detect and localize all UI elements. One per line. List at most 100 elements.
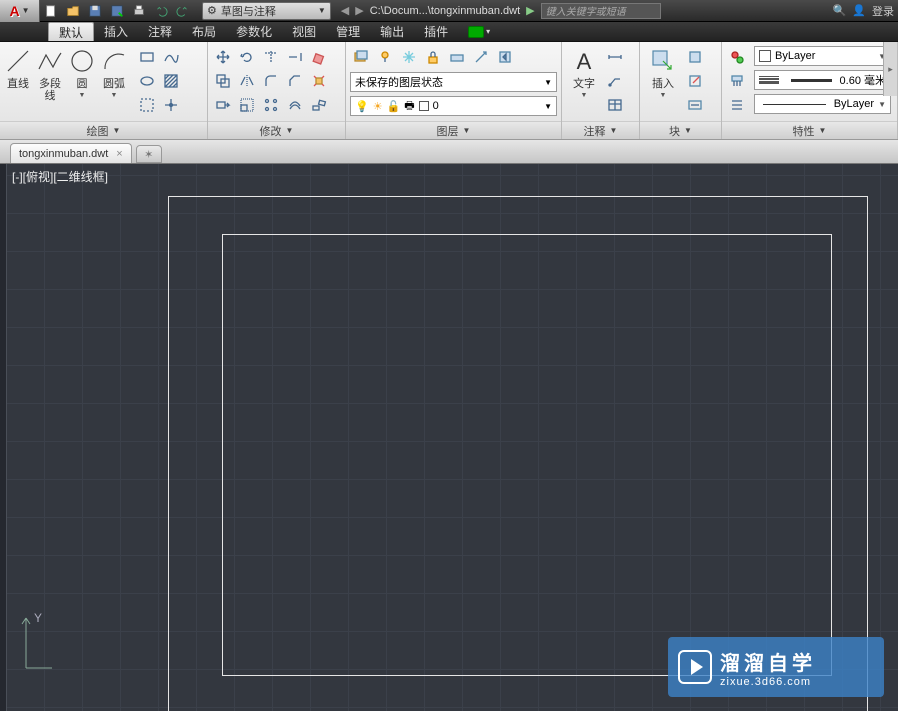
ucs-icon[interactable]: Y	[16, 608, 56, 681]
unlock-icon: 🔓	[387, 100, 401, 113]
create-block-icon[interactable]	[684, 46, 706, 68]
dim-linear-icon[interactable]	[604, 46, 626, 68]
brush-icon[interactable]	[726, 70, 748, 92]
lineweight-icon	[759, 76, 779, 84]
explode-icon[interactable]	[308, 70, 330, 92]
viewport-controls[interactable]: [-][俯视][二维线框]	[12, 168, 108, 185]
tab-insert[interactable]: 插入	[94, 22, 138, 41]
layer-prop-icon[interactable]	[350, 46, 372, 68]
layer-iso-icon[interactable]	[446, 46, 468, 68]
polyline-button[interactable]: 多段线	[34, 44, 66, 104]
arc-icon	[99, 46, 129, 76]
watermark-brand: 溜溜自学	[720, 647, 816, 676]
fillet-icon[interactable]	[260, 70, 282, 92]
match-prop-icon[interactable]	[726, 46, 748, 68]
close-tab-icon[interactable]: ×	[116, 148, 122, 160]
layer-state-select[interactable]: 未保存的图层状态▼	[350, 72, 557, 92]
qat-saveas-icon[interactable]	[107, 2, 127, 20]
point-icon[interactable]	[160, 94, 182, 116]
panel-annotation: A 文字▼ 注释▼	[562, 42, 640, 139]
trim-icon[interactable]	[260, 46, 282, 68]
nav-back-icon[interactable]: ◀	[341, 4, 349, 17]
nav-fwd-icon[interactable]: ▶	[355, 4, 363, 17]
layer-freeze-icon[interactable]	[398, 46, 420, 68]
ribbon-tabs: 默认 插入 注释 布局 参数化 视图 管理 输出 插件 ▾	[0, 22, 898, 42]
layer-match-icon[interactable]	[470, 46, 492, 68]
arc-button[interactable]: 圆弧▼	[98, 44, 130, 101]
search-input[interactable]: 键入关键字或短语	[541, 3, 661, 19]
qat-open-icon[interactable]	[63, 2, 83, 20]
panel-properties-title[interactable]: 特性▼	[722, 121, 897, 139]
chamfer-icon[interactable]	[284, 70, 306, 92]
login-link[interactable]: 登录	[872, 3, 894, 19]
rotate-icon[interactable]	[236, 46, 258, 68]
panel-annotation-title[interactable]: 注释▼	[562, 121, 639, 139]
erase-icon[interactable]	[308, 46, 330, 68]
document-tab-active[interactable]: tongxinmuban.dwt ×	[10, 143, 132, 163]
qat-undo-icon[interactable]	[151, 2, 171, 20]
new-document-tab[interactable]: ✶	[136, 145, 162, 163]
text-button[interactable]: A 文字▼	[564, 44, 604, 101]
stretch-icon[interactable]	[212, 94, 234, 116]
modify-grid	[210, 44, 332, 118]
panel-collapse-icon[interactable]: ▸	[883, 42, 897, 96]
scale-icon[interactable]	[236, 94, 258, 116]
array-icon[interactable]	[260, 94, 282, 116]
panel-draw-title[interactable]: 绘图▼	[0, 121, 207, 139]
ribbon: 直线 多段线 圆▼ 圆弧▼	[0, 42, 898, 140]
mirror-icon[interactable]	[236, 70, 258, 92]
tab-manage[interactable]: 管理	[326, 22, 370, 41]
panel-block-title[interactable]: 块▼	[640, 121, 721, 139]
color-select[interactable]: ByLayer▼	[754, 46, 891, 66]
panel-modify-title[interactable]: 修改▼	[208, 121, 345, 139]
drawing-frame-inner	[222, 234, 832, 676]
edit-attr-icon[interactable]	[684, 94, 706, 116]
search-icon[interactable]: 🔍	[833, 4, 847, 17]
rect-icon[interactable]	[136, 46, 158, 68]
layer-lock-icon[interactable]	[422, 46, 444, 68]
title-bar: A▼ ⚙ 草图与注释 ▼ ◀ ▶ C:\Docum...\tongxinmuba…	[0, 0, 898, 22]
qat-print-icon[interactable]	[129, 2, 149, 20]
tab-parametric[interactable]: 参数化	[226, 22, 282, 41]
tab-view[interactable]: 视图	[282, 22, 326, 41]
copy-icon[interactable]	[212, 70, 234, 92]
offset-icon[interactable]	[284, 94, 306, 116]
panel-layer-title[interactable]: 图层▼	[346, 121, 561, 139]
qat-save-icon[interactable]	[85, 2, 105, 20]
edit-block-icon[interactable]	[684, 70, 706, 92]
insert-block-button[interactable]: 插入▼	[642, 44, 684, 101]
qat-new-icon[interactable]	[41, 2, 61, 20]
tab-featured[interactable]: ▾	[458, 22, 500, 41]
table-icon[interactable]	[604, 94, 626, 116]
lineweight-select[interactable]: 0.60 毫米	[754, 70, 891, 90]
drawing-area[interactable]: [-][俯视][二维线框] Y 溜溜自学 zixue.3d66.com	[0, 164, 898, 711]
layer-off-icon[interactable]	[374, 46, 396, 68]
recent-icon[interactable]: ▶	[526, 4, 534, 17]
hatch-icon[interactable]	[160, 70, 182, 92]
play-icon	[678, 650, 712, 684]
tab-output[interactable]: 输出	[370, 22, 414, 41]
line-button[interactable]: 直线	[2, 44, 34, 92]
layer-current-select[interactable]: 💡 ☀ 🔓 🖶 0 ▼	[350, 96, 557, 116]
linetype-select[interactable]: ByLayer▼	[754, 94, 891, 114]
tab-layout[interactable]: 布局	[182, 22, 226, 41]
ellipse-icon[interactable]	[136, 70, 158, 92]
user-icon[interactable]: 👤	[852, 4, 866, 17]
app-menu-button[interactable]: A▼	[0, 0, 40, 22]
spline-icon[interactable]	[160, 46, 182, 68]
list-icon[interactable]	[726, 94, 748, 116]
tab-plugins[interactable]: 插件	[414, 22, 458, 41]
leader-icon[interactable]	[604, 70, 626, 92]
qat-redo-icon[interactable]	[173, 2, 193, 20]
tab-annotate[interactable]: 注释	[138, 22, 182, 41]
region-icon[interactable]	[136, 94, 158, 116]
move-icon[interactable]	[212, 46, 234, 68]
text-icon: A	[569, 46, 599, 76]
circle-button[interactable]: 圆▼	[66, 44, 98, 101]
extend-icon[interactable]	[284, 46, 306, 68]
layer-prev-icon[interactable]	[494, 46, 516, 68]
color-swatch-icon	[419, 101, 429, 111]
workspace-selector[interactable]: ⚙ 草图与注释 ▼	[202, 2, 331, 20]
tab-default[interactable]: 默认	[48, 22, 94, 41]
align-icon[interactable]	[308, 94, 330, 116]
